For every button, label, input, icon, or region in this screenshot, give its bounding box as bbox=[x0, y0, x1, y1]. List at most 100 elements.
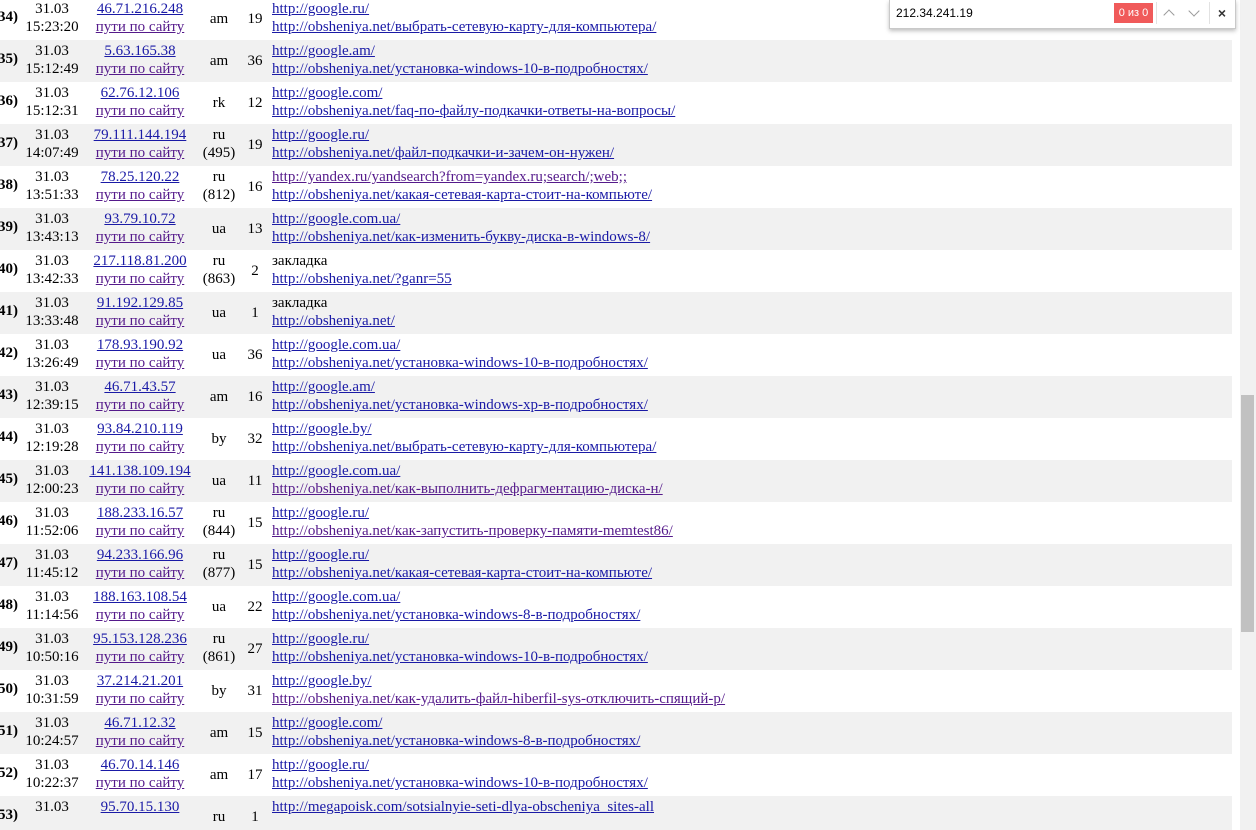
site-paths-link[interactable]: пути по сайту bbox=[84, 480, 196, 498]
visit-datetime: 31.03 13:33:48 bbox=[22, 294, 82, 330]
find-previous-button[interactable] bbox=[1156, 2, 1181, 24]
landing-page-link[interactable]: http://obsheniya.net/?ganr=55 bbox=[272, 270, 452, 288]
ip-address-link[interactable]: 93.79.10.72 bbox=[84, 210, 196, 228]
site-paths-link[interactable]: пути по сайту bbox=[84, 732, 196, 750]
visit-datetime: 31.03 11:45:12 bbox=[22, 546, 82, 582]
find-next-button[interactable] bbox=[1182, 2, 1206, 24]
landing-page-link[interactable]: http://obsheniya.net/ bbox=[272, 312, 395, 330]
site-paths-link[interactable]: пути по сайту bbox=[84, 102, 196, 120]
ip-address-link[interactable]: 95.153.128.236 bbox=[84, 630, 196, 648]
landing-page-link[interactable]: http://obsheniya.net/faq-по-файлу-подкач… bbox=[272, 102, 675, 120]
referrer-link[interactable]: http://google.am/ bbox=[272, 42, 648, 60]
ip-address-link[interactable]: 46.70.14.146 bbox=[84, 756, 196, 774]
site-paths-link[interactable]: пути по сайту bbox=[84, 564, 196, 582]
referrer-link[interactable]: http://google.am/ bbox=[272, 378, 648, 396]
landing-page-link[interactable]: http://obsheniya.net/установка-windows-1… bbox=[272, 648, 648, 666]
landing-page-link[interactable]: http://obsheniya.net/установка-windows-x… bbox=[272, 396, 648, 414]
ip-address-link[interactable]: 188.233.16.57 bbox=[84, 504, 196, 522]
site-paths-link[interactable]: пути по сайту bbox=[84, 60, 196, 78]
visitor-ip-cell: 78.25.120.22 пути по сайту bbox=[84, 168, 196, 204]
referrer-link[interactable]: http://google.ru/ bbox=[272, 630, 648, 648]
landing-page-link[interactable]: http://obsheniya.net/как-запустить-прове… bbox=[272, 522, 673, 540]
site-paths-link[interactable]: пути по сайту bbox=[84, 354, 196, 372]
landing-page-link[interactable]: http://obsheniya.net/как-изменить-букву-… bbox=[272, 228, 650, 246]
ip-address-link[interactable]: 79.111.144.194 bbox=[84, 126, 196, 144]
referrer-link[interactable]: http://google.com.ua/ bbox=[272, 336, 648, 354]
ip-address-link[interactable]: 178.93.190.92 bbox=[84, 336, 196, 354]
country-code: ua bbox=[211, 347, 227, 363]
country-cell: ru (863) bbox=[198, 252, 240, 288]
landing-page-link[interactable]: http://obsheniya.net/установка-windows-8… bbox=[272, 732, 640, 750]
visit-time: 13:42:33 bbox=[25, 271, 79, 287]
site-paths-link[interactable]: пути по сайту bbox=[84, 186, 196, 204]
visit-urls: http://google.ru/http://obsheniya.net/ус… bbox=[272, 756, 648, 792]
referrer-link[interactable]: http://google.by/ bbox=[272, 672, 725, 690]
referrer-link[interactable]: http://google.com/ bbox=[272, 84, 675, 102]
ip-address-link[interactable]: 46.71.12.32 bbox=[84, 714, 196, 732]
referrer-link[interactable]: http://google.ru/ bbox=[272, 126, 614, 144]
site-paths-link[interactable]: пути по сайту bbox=[84, 228, 196, 246]
site-paths-link[interactable]: пути по сайту bbox=[84, 774, 196, 792]
landing-page-link[interactable]: http://obsheniya.net/какая-сетевая-карта… bbox=[272, 186, 652, 204]
ip-address-link[interactable]: 94.233.166.96 bbox=[84, 546, 196, 564]
visit-datetime: 31.03 bbox=[22, 798, 82, 816]
visit-urls: http://google.com.ua/http://obsheniya.ne… bbox=[272, 462, 663, 498]
ip-address-link[interactable]: 93.84.210.119 bbox=[84, 420, 196, 438]
ip-address-link[interactable]: 217.118.81.200 bbox=[84, 252, 196, 270]
landing-page-link[interactable]: http://obsheniya.net/установка-windows-1… bbox=[272, 60, 648, 78]
landing-page-link[interactable]: http://obsheniya.net/файл-подкачки-и-зач… bbox=[272, 144, 614, 162]
site-paths-link[interactable]: пути по сайту bbox=[84, 606, 196, 624]
visitor-ip-cell: 178.93.190.92 пути по сайту bbox=[84, 336, 196, 372]
visitor-ip-cell: 95.153.128.236 пути по сайту bbox=[84, 630, 196, 666]
landing-page-link[interactable]: http://obsheniya.net/как-выполнить-дефра… bbox=[272, 480, 663, 498]
visitor-ip-cell: 46.71.216.248 пути по сайту bbox=[84, 0, 196, 36]
visit-urls: http://google.com.ua/http://obsheniya.ne… bbox=[272, 588, 640, 624]
landing-page-link[interactable]: http://obsheniya.net/выбрать-сетевую-кар… bbox=[272, 18, 656, 36]
site-paths-link[interactable]: пути по сайту bbox=[84, 438, 196, 456]
landing-page-link[interactable]: http://obsheniya.net/установка-windows-8… bbox=[272, 606, 640, 624]
ip-address-link[interactable]: 95.70.15.130 bbox=[84, 798, 196, 816]
referrer-link[interactable]: http://google.ru/ bbox=[272, 504, 673, 522]
referrer-link[interactable]: http://megapoisk.com/sotsialnyie-seti-dl… bbox=[272, 798, 654, 816]
ip-address-link[interactable]: 46.71.216.248 bbox=[84, 0, 196, 18]
find-close-button[interactable]: × bbox=[1209, 2, 1234, 24]
landing-page-link[interactable]: http://obsheniya.net/как-удалить-файл-hi… bbox=[272, 690, 725, 708]
site-paths-link[interactable]: пути по сайту bbox=[84, 522, 196, 540]
referrer-link[interactable]: http://google.com.ua/ bbox=[272, 462, 663, 480]
scrollbar-thumb[interactable] bbox=[1241, 395, 1254, 632]
referrer-link[interactable]: http://google.ru/ bbox=[272, 756, 648, 774]
referrer-link[interactable]: http://google.com/ bbox=[272, 714, 640, 732]
visit-count: 15 bbox=[247, 725, 263, 741]
visit-count: 1 bbox=[251, 305, 259, 321]
ip-address-link[interactable]: 141.138.109.194 bbox=[84, 462, 196, 480]
country-code: by bbox=[211, 431, 227, 447]
site-paths-link[interactable]: пути по сайту bbox=[84, 690, 196, 708]
referrer-link[interactable]: http://google.ru/ bbox=[272, 0, 656, 18]
site-paths-link[interactable]: пути по сайту bbox=[84, 18, 196, 36]
site-paths-link[interactable]: пути по сайту bbox=[84, 312, 196, 330]
landing-page-link[interactable]: http://obsheniya.net/выбрать-сетевую-кар… bbox=[272, 438, 656, 456]
referrer-link[interactable]: http://google.by/ bbox=[272, 420, 656, 438]
ip-address-link[interactable]: 91.192.129.85 bbox=[84, 294, 196, 312]
landing-page-link[interactable]: http://obsheniya.net/какая-сетевая-карта… bbox=[272, 564, 652, 582]
site-paths-link[interactable]: пути по сайту bbox=[84, 396, 196, 414]
country-cell: ua bbox=[198, 472, 240, 490]
referrer-link[interactable]: http://google.com.ua/ bbox=[272, 588, 640, 606]
referrer-link[interactable]: http://yandex.ru/yandsearch?from=yandex.… bbox=[272, 168, 652, 186]
landing-page-link[interactable]: http://obsheniya.net/установка-windows-1… bbox=[272, 354, 648, 372]
referrer-link[interactable]: http://google.com.ua/ bbox=[272, 210, 650, 228]
find-input[interactable] bbox=[896, 4, 1106, 22]
site-paths-link[interactable]: пути по сайту bbox=[84, 270, 196, 288]
referrer-link[interactable]: http://google.ru/ bbox=[272, 546, 652, 564]
visit-number: 52) bbox=[0, 765, 18, 781]
ip-address-link[interactable]: 37.214.21.201 bbox=[84, 672, 196, 690]
country-cell: rk bbox=[198, 94, 240, 112]
ip-address-link[interactable]: 46.71.43.57 bbox=[84, 378, 196, 396]
site-paths-link[interactable]: пути по сайту bbox=[84, 648, 196, 666]
ip-address-link[interactable]: 5.63.165.38 bbox=[84, 42, 196, 60]
ip-address-link[interactable]: 78.25.120.22 bbox=[84, 168, 196, 186]
ip-address-link[interactable]: 62.76.12.106 bbox=[84, 84, 196, 102]
site-paths-link[interactable]: пути по сайту bbox=[84, 144, 196, 162]
ip-address-link[interactable]: 188.163.108.54 bbox=[84, 588, 196, 606]
landing-page-link[interactable]: http://obsheniya.net/установка-windows-1… bbox=[272, 774, 648, 792]
